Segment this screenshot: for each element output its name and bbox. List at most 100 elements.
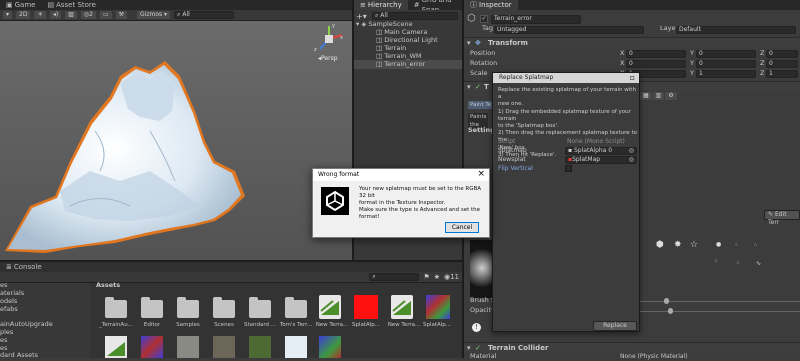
tab-console[interactable]: ≣ Console (0, 262, 48, 272)
hierarchy-search-input[interactable]: ⌕ All (372, 12, 458, 20)
opacity-slider[interactable] (640, 311, 800, 312)
tools-toggle[interactable]: ⚒ (115, 11, 128, 19)
filter-icon[interactable]: ⚑ (423, 273, 429, 281)
paint-texture-dropdown[interactable]: Paint Te (468, 101, 494, 109)
brush-scatter-icon[interactable]: ⁖ (714, 258, 718, 265)
terrain-asset-icon[interactable] (391, 295, 413, 319)
asset-label: Scenes (214, 322, 234, 328)
scale-label: Scale (470, 69, 488, 77)
asset-label: Editor (143, 322, 161, 328)
brush-star-icon[interactable]: ☆ (690, 240, 698, 250)
folder-icon[interactable] (177, 297, 199, 318)
folder-icon[interactable] (213, 297, 235, 318)
brush-dot-icon[interactable]: ● (716, 241, 721, 248)
replace-button[interactable]: Replace (593, 321, 637, 331)
target-icon[interactable]: ◎ (629, 148, 634, 154)
flip-vertical-checkbox[interactable] (565, 165, 572, 172)
scene-tab-strip: ▣ Game ▤ Asset Store (0, 0, 352, 10)
scene-search-input[interactable]: ⌕ All (174, 11, 235, 19)
layers-toggle[interactable]: ◎2 (80, 11, 96, 19)
project-search-input[interactable]: ⌕ (369, 273, 420, 281)
splatmap-object-field[interactable]: ▪ SplatAlpha 0 ◎ (565, 147, 637, 155)
close-icon[interactable]: × (477, 169, 485, 179)
lighting-toggle[interactable]: ☀ (34, 11, 46, 19)
tag-dropdown[interactable]: Untagged (494, 26, 644, 34)
tab-game[interactable]: ▣ Game (0, 0, 41, 10)
active-checkbox[interactable]: ✓ (480, 15, 488, 23)
splat-texture-thumbnail[interactable] (141, 336, 163, 358)
effects-toggle[interactable]: ▨ (65, 11, 77, 19)
persp-label[interactable]: ◂Persp (318, 55, 338, 62)
layer-dropdown[interactable]: Default (676, 26, 796, 34)
position-z-input[interactable]: 0 (766, 50, 798, 58)
object-name-input[interactable]: Terrain_error (491, 15, 581, 24)
rotation-x-input[interactable]: 0 (626, 60, 686, 68)
folder-icon[interactable] (105, 297, 127, 318)
scale-y-input[interactable]: 1 (696, 70, 756, 78)
splatmap-titlebar[interactable]: Replace Splatmap ▫ (493, 73, 639, 83)
rotation-y-input[interactable]: 0 (696, 60, 756, 68)
brush-hex-icon[interactable]: ⬢ (656, 240, 664, 250)
brush-scatter-icon[interactable]: ⁘ (734, 242, 738, 248)
slider-thumb[interactable] (668, 308, 673, 314)
edit-icon: ✎ (768, 211, 774, 218)
gizmos-dropdown[interactable]: Gizmos ▾ (137, 11, 171, 19)
script-label: Script (498, 138, 516, 145)
tab-grid-snap[interactable]: #Grid and Snap (408, 0, 462, 14)
brush-star-burst-icon[interactable]: ✸ (674, 240, 682, 250)
hierarchy-tab-strip: ≡Hierarchy #Grid and Snap (354, 0, 462, 14)
rotation-z-input[interactable]: 0 (766, 60, 798, 68)
tab-asset-store[interactable]: ▤ Asset Store (41, 0, 102, 10)
gameobject-icon: ◫ (376, 60, 383, 68)
terrain-tool-button[interactable]: ▦ (640, 92, 652, 100)
audio-toggle[interactable]: ◂) (49, 11, 62, 19)
target-icon[interactable]: ◎ (629, 157, 634, 163)
tab-hierarchy[interactable]: ≡ Hierarchy (354, 0, 408, 10)
tab-inspector[interactable]: ⓘ Inspector (464, 0, 518, 10)
scene-viewport[interactable]: y x z ◂Persp (0, 21, 352, 261)
edit-terrain-button[interactable]: ✎ Edit Terr (764, 210, 800, 226)
terrain-asset-icon[interactable] (105, 336, 127, 358)
newsplat-object-field[interactable]: ▪SplatMap ◎ (565, 156, 637, 164)
snow-texture-thumbnail[interactable] (285, 336, 307, 358)
material-value[interactable]: None (Physic Material) (620, 352, 688, 361)
splat-texture-thumbnail[interactable] (319, 336, 341, 358)
splat-texture-thumbnail[interactable] (426, 295, 450, 319)
scene-toolbar: ▾ 2D ☀ ◂) ▨ ◎2 ▭ ⚒ Gizmos ▾ ⌕ All (0, 10, 352, 21)
terrain-tool-button[interactable]: ▥ (652, 92, 665, 100)
folder-icon[interactable] (285, 297, 307, 318)
position-x-input[interactable]: 0 (626, 50, 686, 58)
position-y-input[interactable]: 0 (696, 50, 756, 58)
dirt-texture-thumbnail[interactable] (213, 336, 235, 358)
eye-icon[interactable]: ◉11 (444, 273, 459, 281)
shading-mode-dropdown[interactable]: ▾ (3, 11, 13, 19)
folder-icon[interactable] (141, 297, 163, 318)
brush-scatter-icon[interactable]: ∴ (754, 242, 757, 248)
folder-icon[interactable] (249, 297, 271, 318)
tree-item[interactable]: dard Assets (0, 351, 38, 360)
2d-toggle[interactable]: 2D (16, 11, 31, 19)
grass-texture-thumbnail[interactable] (249, 336, 271, 358)
console-icon: ≣ (6, 263, 12, 271)
cancel-button[interactable]: Cancel (445, 222, 479, 233)
terrain-asset-icon[interactable] (319, 295, 341, 319)
tree-item[interactable]: efabs (0, 305, 18, 314)
wrong-format-dialog: Wrong format × Your new splatmap must be… (312, 168, 490, 238)
close-icon[interactable]: ▫ (630, 73, 635, 82)
terrain-settings-button[interactable]: ⚙ (665, 92, 677, 100)
slider-thumb[interactable] (664, 298, 669, 304)
unity-logo-icon (321, 187, 349, 215)
brush-scatter-icon[interactable]: ∿ (756, 260, 761, 267)
rock-texture-thumbnail[interactable] (177, 336, 199, 358)
brush-scatter-icon[interactable]: ⁖ (736, 260, 740, 267)
scale-z-input[interactable]: 1 (766, 70, 798, 78)
hierarchy-item-terrain-error[interactable]: ◫ Terrain_error (354, 60, 462, 69)
assets-breadcrumb[interactable]: Assets (96, 281, 120, 290)
splat-texture-thumbnail[interactable] (354, 295, 378, 319)
dialog-titlebar[interactable]: Wrong format × (313, 169, 489, 181)
star-icon[interactable]: ★ (434, 273, 440, 281)
orientation-gizmo[interactable]: y x z ◂Persp (312, 23, 346, 63)
camera-toggle[interactable]: ▭ (99, 11, 112, 19)
transform-header[interactable]: ▾ ✥ Transform (464, 37, 800, 48)
terrain-collider-title: Terrain Collider (488, 344, 549, 352)
